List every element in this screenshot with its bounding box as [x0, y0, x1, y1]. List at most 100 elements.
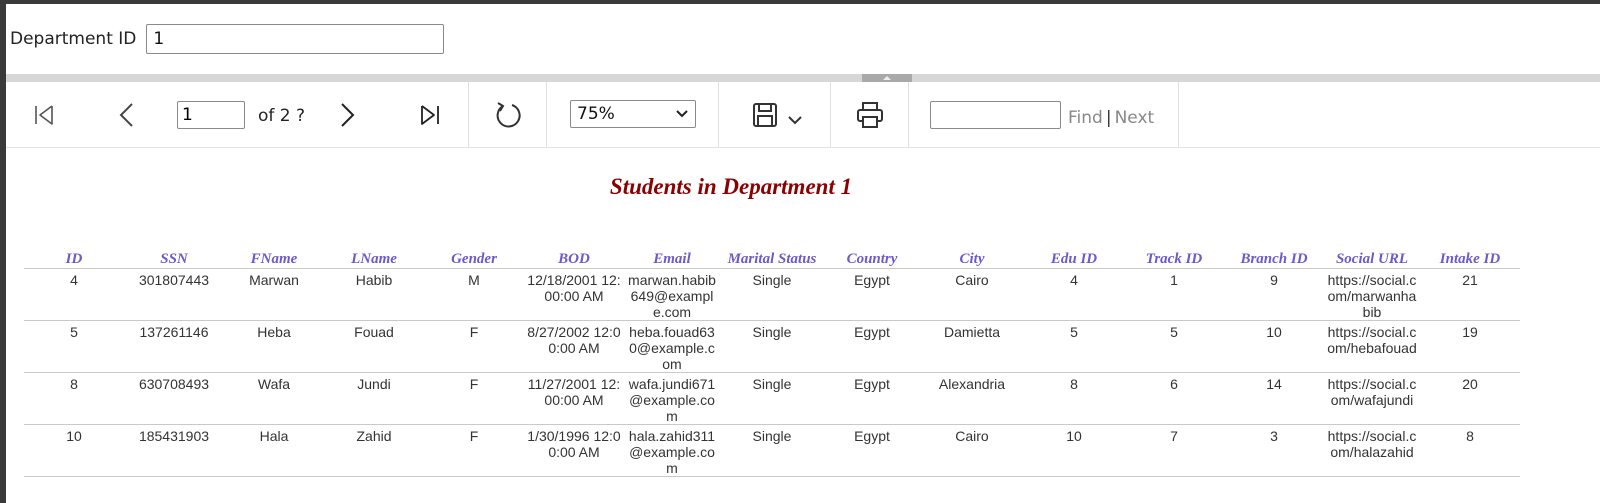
table-cell: 10	[1224, 320, 1324, 373]
chevron-down-icon	[788, 116, 802, 125]
table-cell: 8/27/2002 12:00:00 AM	[524, 320, 624, 373]
table-cell: Egypt	[824, 372, 920, 425]
table-cell: hala.zahid311@example.com	[624, 424, 720, 477]
table-cell: 4	[24, 268, 124, 321]
table-cell: 185431903	[124, 424, 224, 477]
column-header: LName	[324, 247, 424, 269]
previous-page-button[interactable]	[114, 102, 140, 128]
table-cell: Cairo	[920, 268, 1024, 321]
table-cell: 5	[24, 320, 124, 373]
zoom-select[interactable]: 75%	[570, 100, 696, 128]
table-cell: 8	[1024, 372, 1124, 425]
table-cell: Single	[720, 424, 824, 477]
chevron-down-icon	[676, 110, 688, 118]
table-cell: Heba	[224, 320, 324, 373]
table-cell: https://social.com/halazahid	[1324, 424, 1420, 477]
table-cell: Single	[720, 320, 824, 373]
first-page-button[interactable]	[30, 102, 58, 128]
table-cell: M	[424, 268, 524, 321]
table-cell: 630708493	[124, 372, 224, 425]
table-cell: 3	[1224, 424, 1324, 477]
chevron-right-icon	[341, 103, 355, 127]
table-cell: Habib	[324, 268, 424, 321]
table-cell: wafa.jundi671@example.com	[624, 372, 720, 425]
parameter-splitter[interactable]	[6, 74, 1600, 82]
report-viewer: Department ID of 2 ?	[6, 4, 1600, 503]
table-cell: 7	[1124, 424, 1224, 477]
column-header: Track ID	[1124, 247, 1224, 269]
parameter-row: Department ID	[10, 22, 445, 56]
table-cell: Fouad	[324, 320, 424, 373]
table-body: 4 301807443 Marwan Habib M 12/18/2001 12:00:0…	[24, 268, 1520, 477]
table-cell: 5	[1124, 320, 1224, 373]
toolbar-separator	[1178, 82, 1179, 147]
table-cell: Egypt	[824, 268, 920, 321]
report-title: Students in Department 1	[609, 174, 853, 199]
collapse-parameters-button[interactable]	[862, 74, 912, 82]
table-cell: Jundi	[324, 372, 424, 425]
table-cell: F	[424, 320, 524, 373]
table-row: 8 630708493 Wafa Jundi F 11/27/2001 12:00:00 …	[24, 372, 1520, 425]
table-cell: 21	[1420, 268, 1520, 321]
table-cell: 4	[1024, 268, 1124, 321]
current-page-input[interactable]	[177, 101, 245, 129]
table-cell: 14	[1224, 372, 1324, 425]
column-header: Branch ID	[1224, 247, 1324, 269]
table-cell: 12/18/2001 12:00:00 AM	[524, 268, 624, 321]
table-cell: Wafa	[224, 372, 324, 425]
next-page-button[interactable]	[334, 102, 360, 128]
table-cell: 137261146	[124, 320, 224, 373]
refresh-button[interactable]	[492, 99, 524, 131]
table-cell: heba.fouad630@example.com	[624, 320, 720, 373]
table-cell: 10	[1024, 424, 1124, 477]
table-cell: Damietta	[920, 320, 1024, 373]
table-cell: F	[424, 372, 524, 425]
table-cell: https://social.com/hebafouad	[1324, 320, 1420, 373]
table-header-row: ID SSN FName LName Gender BOD Email Marital Sta…	[24, 247, 1520, 269]
chevron-up-icon	[883, 76, 891, 80]
department-id-label: Department ID	[10, 29, 137, 49]
printer-icon	[857, 102, 883, 128]
column-header: Marital Status	[720, 247, 824, 269]
table-cell: 10	[24, 424, 124, 477]
find-separator: |	[1105, 108, 1112, 128]
column-header: Social URL	[1324, 247, 1420, 269]
column-header: Edu ID	[1024, 247, 1124, 269]
table-cell: Alexandria	[920, 372, 1024, 425]
last-page-icon	[421, 105, 439, 125]
table-cell: 1	[1124, 268, 1224, 321]
toolbar-separator	[908, 82, 909, 147]
table-cell: Egypt	[824, 424, 920, 477]
column-header: ID	[24, 247, 124, 269]
find-controls: Find | Next	[1068, 108, 1154, 128]
refresh-icon	[496, 102, 521, 128]
find-link[interactable]: Find	[1068, 108, 1103, 128]
table-cell: Single	[720, 268, 824, 321]
chevron-left-icon	[119, 103, 133, 127]
students-table: ID SSN FName LName Gender BOD Email Marital Sta…	[24, 247, 1520, 477]
toolbar-separator	[468, 82, 469, 147]
table-cell: 301807443	[124, 268, 224, 321]
toolbar-separator	[830, 82, 831, 147]
save-icon	[753, 103, 777, 127]
department-id-input[interactable]	[146, 24, 445, 54]
table-cell: https://social.com/wafajundi	[1324, 372, 1420, 425]
last-page-button[interactable]	[416, 102, 444, 128]
find-input[interactable]	[930, 101, 1061, 129]
toolbar-separator	[718, 82, 719, 147]
table-row: 5 137261146 Heba Fouad F 8/27/2002 12:00:00 A…	[24, 320, 1520, 373]
print-button[interactable]	[854, 100, 886, 130]
table-cell: 5	[1024, 320, 1124, 373]
export-button[interactable]	[746, 98, 808, 132]
table-cell: 8	[1420, 424, 1520, 477]
page-count-label: of 2 ?	[258, 106, 306, 126]
table-cell: Zahid	[324, 424, 424, 477]
find-next-link[interactable]: Next	[1115, 108, 1155, 128]
table-cell: Cairo	[920, 424, 1024, 477]
table-cell: Hala	[224, 424, 324, 477]
zoom-value: 75%	[577, 104, 615, 124]
table-cell: https://social.com/marwanhabib	[1324, 268, 1420, 321]
column-header: Email	[624, 247, 720, 269]
table-row: 4 301807443 Marwan Habib M 12/18/2001 12:00:0…	[24, 268, 1520, 321]
first-page-icon	[35, 105, 53, 125]
